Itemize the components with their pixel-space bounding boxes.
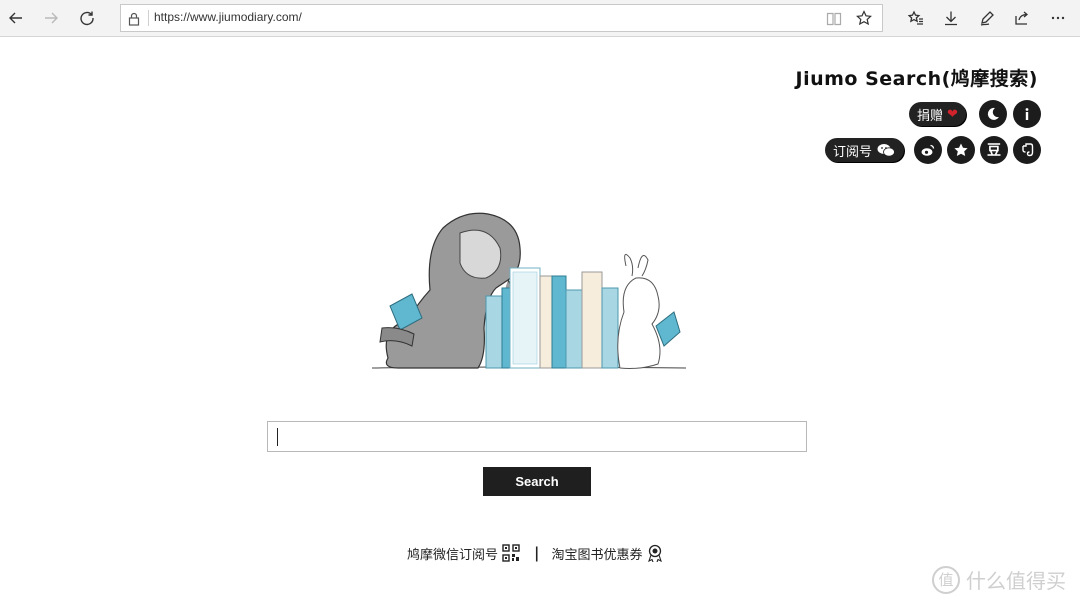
star-icon xyxy=(954,143,968,156)
taobao-coupon-link[interactable]: 淘宝图书优惠券 xyxy=(551,544,642,563)
watermark: 值 什么值得买 xyxy=(932,565,1066,594)
more-menu-button[interactable] xyxy=(1045,6,1071,30)
reading-view-icon[interactable] xyxy=(826,11,842,26)
douban-button[interactable]: 豆 xyxy=(980,136,1008,164)
search-input[interactable] xyxy=(267,421,807,452)
back-arrow-icon xyxy=(9,12,22,24)
footer-divider: | xyxy=(534,544,540,562)
address-bar[interactable]: https://www.jiumodiary.com/ xyxy=(120,4,883,32)
wechat-icon xyxy=(877,144,895,157)
subscribe-button[interactable]: 订阅号 xyxy=(825,138,905,162)
weibo-icon xyxy=(921,144,935,156)
heart-icon: ❤ xyxy=(947,106,958,122)
back-button[interactable] xyxy=(3,6,29,30)
download-icon xyxy=(945,11,957,26)
donate-label: 捐赠 xyxy=(917,108,944,124)
search-button[interactable]: Search xyxy=(483,467,591,496)
downloads-button[interactable] xyxy=(938,6,964,30)
evernote-elephant-icon xyxy=(1022,143,1034,157)
coupon-badge-icon[interactable] xyxy=(647,544,663,562)
lock-icon xyxy=(127,11,141,26)
refresh-icon xyxy=(80,11,94,26)
evernote-button[interactable] xyxy=(1013,136,1041,164)
url-text[interactable]: https://www.jiumodiary.com/ xyxy=(154,10,302,24)
night-mode-button[interactable] xyxy=(979,100,1007,128)
refresh-button[interactable] xyxy=(74,6,100,30)
watermark-logo: 值 xyxy=(932,565,960,594)
share-icon xyxy=(1015,11,1029,25)
subscribe-label: 订阅号 xyxy=(833,144,873,160)
info-icon xyxy=(1025,108,1029,120)
site-title: Jiumo Search(鸠摩搜索) xyxy=(795,68,1038,90)
forward-button[interactable] xyxy=(38,6,64,30)
add-favorite-star-icon[interactable] xyxy=(856,10,872,26)
text-caret xyxy=(277,428,278,446)
reading-elephant-rabbit-illustration xyxy=(371,212,687,369)
wechat-subscription-link[interactable]: 鸠摩微信订阅号 xyxy=(407,544,498,563)
douban-icon: 豆 xyxy=(987,143,1001,159)
moon-icon xyxy=(987,107,999,120)
address-separator xyxy=(148,10,149,26)
share-button[interactable] xyxy=(1009,6,1035,30)
donate-button[interactable]: 捐赠 ❤ xyxy=(909,102,966,126)
footer-links: 鸠摩微信订阅号 | 淘宝图书优惠券 xyxy=(407,541,663,565)
info-button[interactable] xyxy=(1013,100,1041,128)
favorites-list-icon xyxy=(908,10,923,25)
qr-code-icon[interactable] xyxy=(502,544,520,562)
watermark-text: 什么值得买 xyxy=(966,569,1066,593)
favorites-hub-button[interactable] xyxy=(903,6,929,30)
browser-toolbar: https://www.jiumodiary.com/ xyxy=(0,0,1080,37)
web-note-button[interactable] xyxy=(974,6,1000,30)
favorite-button[interactable] xyxy=(947,136,975,164)
weibo-button[interactable] xyxy=(914,136,942,164)
forward-arrow-icon xyxy=(45,12,58,24)
pen-icon xyxy=(980,11,994,26)
ellipsis-icon xyxy=(1051,16,1065,20)
